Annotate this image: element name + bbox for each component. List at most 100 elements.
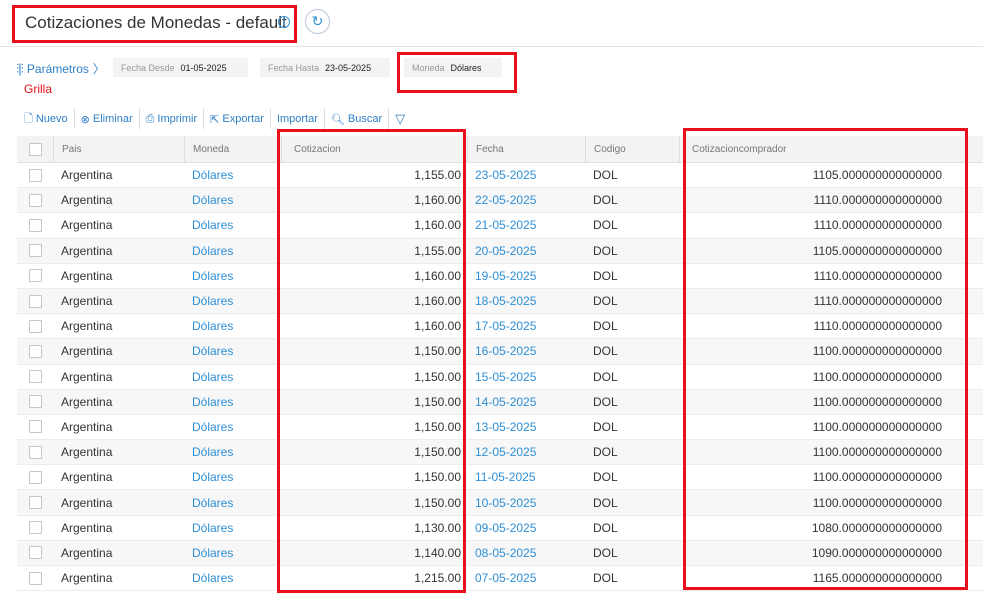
cell-moneda-link[interactable]: Dólares bbox=[184, 188, 281, 212]
cell-moneda-link[interactable]: Dólares bbox=[184, 541, 281, 565]
column-header-cotizacion[interactable]: Cotizacion bbox=[281, 136, 467, 162]
buscar-button[interactable]: 🔍︎ Buscar bbox=[325, 109, 390, 129]
column-header-moneda[interactable]: Moneda bbox=[184, 136, 281, 162]
table-row[interactable]: Argentina Dólares 1,160.00 19-05-2025 DOL 111… bbox=[17, 264, 983, 289]
row-checkbox[interactable] bbox=[17, 390, 53, 414]
cell-moneda-link[interactable]: Dólares bbox=[184, 289, 281, 313]
cell-moneda-link[interactable]: Dólares bbox=[184, 516, 281, 540]
column-header-codigo[interactable]: Codigo bbox=[585, 136, 679, 162]
column-header-pais[interactable]: Pais bbox=[53, 136, 184, 162]
row-checkbox[interactable] bbox=[17, 163, 53, 187]
row-checkbox[interactable] bbox=[17, 289, 53, 313]
cell-moneda-link[interactable]: Dólares bbox=[184, 365, 281, 389]
filter-button[interactable]: ▽ bbox=[389, 109, 411, 129]
select-all-checkbox[interactable] bbox=[17, 136, 53, 162]
table-row[interactable]: Argentina Dólares 1,160.00 21-05-2025 DOL 111… bbox=[17, 213, 983, 239]
refresh-button[interactable]: ↻ bbox=[305, 9, 330, 34]
row-checkbox[interactable] bbox=[17, 239, 53, 263]
cell-codigo: DOL bbox=[593, 445, 618, 460]
cell-moneda-link[interactable]: Dólares bbox=[184, 314, 281, 338]
cell-cotizacion: 1,150.00 bbox=[414, 369, 461, 384]
cell-moneda-link[interactable]: Dólares bbox=[184, 490, 281, 514]
row-checkbox[interactable] bbox=[17, 566, 53, 590]
cell-cotizacioncomprador: 1100.000000000000000 bbox=[812, 369, 942, 384]
cell-fecha-link[interactable]: 08-05-2025 bbox=[467, 541, 585, 565]
row-checkbox[interactable] bbox=[17, 365, 53, 389]
cell-moneda-link[interactable]: Dólares bbox=[184, 390, 281, 414]
table-row[interactable]: Argentina Dólares 1,160.00 22-05-2025 DOL 111… bbox=[17, 188, 983, 214]
cell-fecha-link[interactable]: 15-05-2025 bbox=[467, 365, 585, 389]
cell-fecha-link[interactable]: 20-05-2025 bbox=[467, 239, 585, 263]
cell-moneda-link[interactable]: Dólares bbox=[184, 163, 281, 187]
cell-moneda-link[interactable]: Dólares bbox=[184, 339, 281, 363]
fecha-hasta-value: 23-05-2025 bbox=[325, 62, 372, 73]
parametros-toggle[interactable]: ⫶|⫶ Parámetros 〉 bbox=[16, 60, 105, 77]
cell-fecha-link[interactable]: 21-05-2025 bbox=[467, 213, 585, 237]
row-checkbox[interactable] bbox=[17, 264, 53, 288]
table-row[interactable]: Argentina Dólares 1,155.00 23-05-2025 DOL 110… bbox=[17, 163, 983, 189]
row-checkbox[interactable] bbox=[17, 339, 53, 363]
table-row[interactable]: Argentina Dólares 1,140.00 08-05-2025 DOL 109… bbox=[17, 540, 983, 566]
exportar-label: Exportar bbox=[222, 113, 264, 125]
table-row[interactable]: Argentina Dólares 1,150.00 13-05-2025 DOL 110… bbox=[17, 415, 983, 441]
cell-fecha-link[interactable]: 22-05-2025 bbox=[467, 188, 585, 212]
table-row[interactable]: Argentina Dólares 1,150.00 11-05-2025 DOL 110… bbox=[17, 465, 983, 491]
cell-fecha-link[interactable]: 23-05-2025 bbox=[467, 163, 585, 187]
nuevo-label: Nuevo bbox=[35, 113, 68, 125]
table-row[interactable]: Argentina Dólares 1,160.00 18-05-2025 DOL 111… bbox=[17, 288, 983, 315]
eliminar-label: Eliminar bbox=[92, 113, 133, 125]
cell-moneda-link[interactable]: Dólares bbox=[184, 440, 281, 464]
fecha-desde-field[interactable]: Fecha Desde 01-05-2025 bbox=[113, 58, 248, 77]
cell-fecha-link[interactable]: 10-05-2025 bbox=[467, 490, 585, 514]
table-row[interactable]: Argentina Dólares 1,150.00 10-05-2025 DOL 110… bbox=[17, 490, 983, 516]
nuevo-button[interactable]: 🗋 Nuevo bbox=[24, 109, 75, 129]
table-row[interactable]: Argentina Dólares 1,215.00 07-05-2025 DOL 116… bbox=[17, 566, 983, 592]
row-checkbox[interactable] bbox=[17, 440, 53, 464]
column-header-fecha[interactable]: Fecha bbox=[467, 136, 585, 162]
cell-fecha-link[interactable]: 16-05-2025 bbox=[467, 339, 585, 363]
exportar-button[interactable]: ⇱ Exportar bbox=[204, 109, 271, 129]
column-header-cotizacioncomprador[interactable]: Cotizacioncomprador bbox=[679, 136, 964, 162]
eliminar-button[interactable]: ⊗ Eliminar bbox=[75, 109, 140, 129]
table-row[interactable]: Argentina Dólares 1,155.00 20-05-2025 DOL 110… bbox=[17, 238, 983, 264]
table-row[interactable]: Argentina Dólares 1,150.00 16-05-2025 DOL 110… bbox=[17, 339, 983, 365]
table-row[interactable]: Argentina Dólares 1,160.00 17-05-2025 DOL 111… bbox=[17, 314, 983, 340]
cell-fecha-link[interactable]: 07-05-2025 bbox=[467, 566, 585, 590]
cell-fecha-link[interactable]: 17-05-2025 bbox=[467, 314, 585, 338]
imprimir-button[interactable]: ⎙ Imprimir bbox=[140, 109, 205, 129]
table-row[interactable]: Argentina Dólares 1,150.00 15-05-2025 DOL 110… bbox=[17, 365, 983, 390]
row-checkbox[interactable] bbox=[17, 516, 53, 540]
importar-button[interactable]: Importar bbox=[271, 109, 325, 129]
cell-fecha-link[interactable]: 13-05-2025 bbox=[467, 415, 585, 439]
cell-fecha-link[interactable]: 18-05-2025 bbox=[467, 289, 585, 313]
cell-fecha-link[interactable]: 14-05-2025 bbox=[467, 390, 585, 414]
row-checkbox[interactable] bbox=[17, 415, 53, 439]
cell-moneda-link[interactable]: Dólares bbox=[184, 465, 281, 489]
row-checkbox[interactable] bbox=[17, 490, 53, 514]
row-checkbox[interactable] bbox=[17, 465, 53, 489]
row-checkbox[interactable] bbox=[17, 541, 53, 565]
fecha-desde-label: Fecha Desde bbox=[121, 62, 175, 73]
fecha-hasta-field[interactable]: Fecha Hasta 23-05-2025 bbox=[260, 58, 390, 77]
moneda-highlight-box bbox=[397, 52, 517, 93]
row-checkbox[interactable] bbox=[17, 213, 53, 237]
cell-codigo: DOL bbox=[593, 193, 618, 208]
table-row[interactable]: Argentina Dólares 1,150.00 12-05-2025 DOL 110… bbox=[17, 440, 983, 466]
cell-codigo: DOL bbox=[593, 294, 618, 309]
table-row[interactable]: Argentina Dólares 1,130.00 09-05-2025 DOL 108… bbox=[17, 516, 983, 541]
table-row[interactable]: Argentina Dólares 1,150.00 14-05-2025 DOL 110… bbox=[17, 389, 983, 415]
row-checkbox[interactable] bbox=[17, 314, 53, 338]
cell-moneda-link[interactable]: Dólares bbox=[184, 264, 281, 288]
cell-cotizacion: 1,140.00 bbox=[414, 545, 461, 560]
cell-moneda-link[interactable]: Dólares bbox=[184, 239, 281, 263]
cell-fecha-link[interactable]: 11-05-2025 bbox=[467, 465, 585, 489]
cell-cotizacion: 1,150.00 bbox=[414, 445, 461, 460]
cell-fecha-link[interactable]: 12-05-2025 bbox=[467, 440, 585, 464]
cell-fecha-link[interactable]: 09-05-2025 bbox=[467, 516, 585, 540]
cell-fecha-link[interactable]: 19-05-2025 bbox=[467, 264, 585, 288]
cell-moneda-link[interactable]: Dólares bbox=[184, 566, 281, 590]
cell-moneda-link[interactable]: Dólares bbox=[184, 213, 281, 237]
row-checkbox[interactable] bbox=[17, 188, 53, 212]
cell-codigo: DOL bbox=[593, 268, 618, 283]
cell-moneda-link[interactable]: Dólares bbox=[184, 415, 281, 439]
